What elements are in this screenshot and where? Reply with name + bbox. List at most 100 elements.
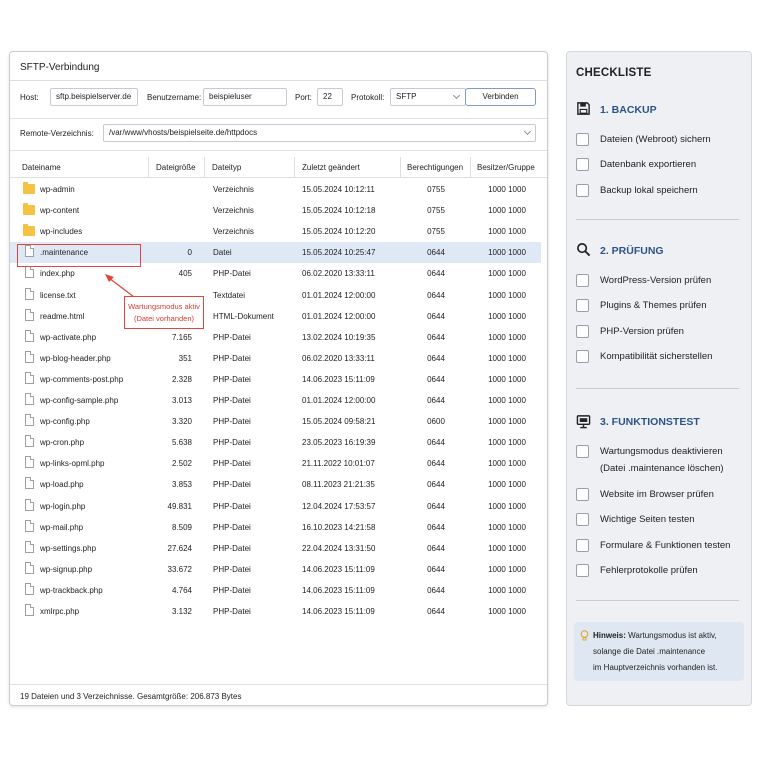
maintenance-highlight <box>17 244 141 267</box>
column-header-size[interactable]: Dateigröße <box>156 163 196 172</box>
file-row[interactable]: wp-settings.php 27.624 PHP-Datei 22.04.2024… <box>10 538 541 559</box>
file-permissions: 0644 <box>427 396 445 405</box>
protocol-select[interactable]: SFTP <box>390 88 466 106</box>
checkbox[interactable] <box>576 325 589 338</box>
section-divider <box>576 219 739 220</box>
checkbox[interactable] <box>576 184 589 197</box>
column-header-owner[interactable]: Besitzer/Gruppe <box>477 163 535 172</box>
port-input[interactable]: 22 <box>317 88 343 106</box>
file-owner: 1000 1000 <box>488 438 526 448</box>
checklist-item: Datenbank exportieren <box>600 159 697 170</box>
file-icon <box>25 540 34 553</box>
username-input[interactable]: beispieluser <box>203 88 287 106</box>
column-header-type[interactable]: Dateityp <box>212 163 241 172</box>
file-row[interactable]: wp-config-sample.php 3.013 PHP-Datei 01.01.… <box>10 390 541 411</box>
checkbox[interactable] <box>576 539 589 552</box>
checkbox[interactable] <box>576 299 589 312</box>
file-name: wp-activate.php <box>40 332 97 342</box>
file-icon <box>25 435 34 448</box>
checkbox[interactable] <box>576 564 589 577</box>
file-owner: 1000 1000 <box>488 480 526 490</box>
file-icon <box>25 266 34 279</box>
file-row[interactable]: wp-blog-header.php 351 PHP-Datei 06.02.2020… <box>10 348 541 369</box>
file-permissions: 0644 <box>427 374 445 384</box>
file-owner: 1000 1000 <box>488 564 526 574</box>
remote-path-select[interactable]: /var/www/vhosts/beispielseite.de/httpdoc… <box>103 124 536 142</box>
checkbox[interactable] <box>576 445 589 458</box>
file-name: wp-load.php <box>40 480 84 490</box>
checklist-item: Fehlerprotokolle prüfen <box>600 565 698 576</box>
checkbox[interactable] <box>576 488 589 501</box>
connect-button[interactable]: Verbinden <box>465 88 536 106</box>
file-name: wp-admin <box>40 185 75 194</box>
column-header-permissions[interactable]: Berechtigungen <box>407 163 463 172</box>
folder-row[interactable]: wp-content Verzeichnis 15.05.2024 10:12:18… <box>10 200 541 221</box>
column-divider <box>204 157 205 177</box>
file-permissions: 0644 <box>427 607 445 616</box>
file-row[interactable]: readme.html HTML-Dokument 01.01.2024 12:00… <box>10 306 541 327</box>
host-input[interactable]: sftp.beispielserver.de <box>50 88 138 106</box>
file-owner: 1000 1000 <box>488 353 526 363</box>
panel-title: SFTP-Verbindung <box>20 62 100 73</box>
file-row[interactable]: wp-cron.php 5.638 PHP-Datei 23.05.2023 16:1… <box>10 432 541 453</box>
file-owner: 1000 1000 <box>488 585 526 595</box>
file-type: Textdatei <box>213 290 246 300</box>
file-permissions: 0644 <box>427 438 445 448</box>
status-bar: 19 Dateien und 3 Verzeichnisse. Gesamtgr… <box>20 692 242 701</box>
column-header-name[interactable]: Dateiname <box>22 163 61 172</box>
file-permissions: 0644 <box>427 269 445 279</box>
file-name: wp-signup.php <box>40 564 93 574</box>
file-owner: 1000 1000 <box>488 459 526 469</box>
file-name: index.php <box>40 269 75 279</box>
checkbox[interactable] <box>576 274 589 287</box>
host-label: Host: <box>20 93 39 102</box>
file-row[interactable]: wp-load.php 3.853 PHP-Datei 08.11.2023 21:2… <box>10 474 541 495</box>
file-icon <box>25 604 34 616</box>
folder-row[interactable]: wp-includes Verzeichnis 15.05.2024 10:12:2… <box>10 221 541 242</box>
save-icon <box>577 102 590 115</box>
divider <box>10 684 547 685</box>
file-owner: 1000 1000 <box>488 269 526 279</box>
column-header-modified[interactable]: Zuletzt geändert <box>302 163 360 172</box>
file-type: PHP-Datei <box>213 585 251 595</box>
file-modified: 14.06.2023 15:11:09 <box>302 374 375 384</box>
file-type: Verzeichnis <box>213 206 254 216</box>
checkbox[interactable] <box>576 133 589 146</box>
checkbox[interactable] <box>576 158 589 171</box>
hint-line: Wartungsmodus ist aktiv, <box>625 631 717 640</box>
file-row[interactable]: wp-login.php 49.831 PHP-Datei 12.04.2024 17… <box>10 496 541 517</box>
checkbox[interactable] <box>576 350 589 363</box>
callout-line: Wartungsmodus aktiv <box>128 302 200 311</box>
file-icon <box>25 519 34 532</box>
file-row[interactable]: wp-signup.php 33.672 PHP-Datei 14.06.2023 1… <box>10 559 541 580</box>
file-icon <box>25 456 34 469</box>
file-row[interactable]: wp-activate.php 7.165 PHP-Datei 13.02.2024 … <box>10 327 541 348</box>
file-modified: 01.01.2024 12:00:00 <box>302 396 376 405</box>
file-size: 27.624 <box>167 543 192 553</box>
folder-row[interactable]: wp-admin Verzeichnis 15.05.2024 10:12:11 07… <box>10 179 541 200</box>
file-size: 4.764 <box>171 585 192 595</box>
file-type: HTML-Dokument <box>213 311 274 321</box>
file-size: 0 <box>187 248 192 258</box>
checkbox[interactable] <box>576 513 589 526</box>
file-row[interactable]: xmlrpc.php 3.132 PHP-Datei 14.06.2023 15:11… <box>10 601 541 622</box>
file-modified: 15.05.2024 10:12:18 <box>302 206 376 216</box>
file-size: 49.831 <box>167 501 192 511</box>
file-modified: 15.05.2024 10:25:47 <box>302 248 376 258</box>
file-icon <box>25 308 34 321</box>
file-row[interactable]: wp-comments-post.php 2.328 PHP-Datei 14.06.… <box>10 369 541 390</box>
file-permissions: 0755 <box>427 206 445 216</box>
file-row[interactable]: wp-mail.php 8.509 PHP-Datei 16.10.2023 14:2… <box>10 517 541 538</box>
file-name: wp-config.php <box>40 417 90 427</box>
divider <box>10 80 547 81</box>
checklist-item: Dateien (Webroot) sichern <box>600 134 711 145</box>
file-row[interactable]: license.txt Textdatei 01.01.2024 12:00:00 0… <box>10 285 541 306</box>
file-permissions: 0644 <box>427 564 445 574</box>
sftp-panel: SFTP-Verbindung Host: sftp.beispielserve… <box>9 51 548 706</box>
folder-icon <box>23 182 35 194</box>
file-row[interactable]: wp-config.php 3.320 PHP-Datei 15.05.2024 09… <box>10 411 541 432</box>
file-permissions: 0644 <box>427 248 445 258</box>
file-row[interactable]: wp-trackback.php 4.764 PHP-Datei 14.06.2023… <box>10 580 541 601</box>
file-row[interactable]: wp-links-opml.php 2.502 PHP-Datei 21.11.202… <box>10 453 541 474</box>
file-name: wp-trackback.php <box>40 585 103 595</box>
